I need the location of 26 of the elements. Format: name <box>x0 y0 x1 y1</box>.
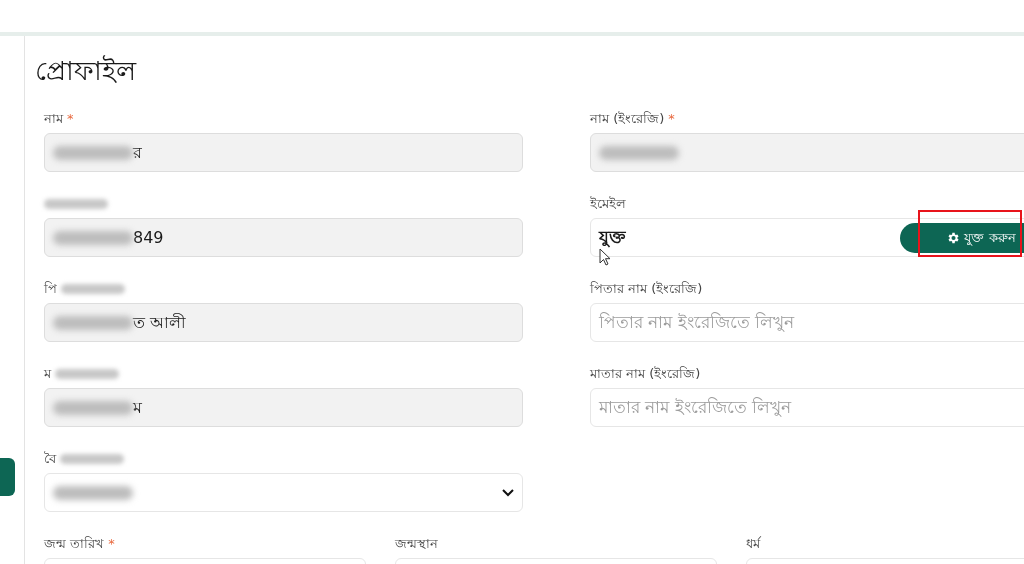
field-label: ম <box>44 365 51 384</box>
required-mark: * <box>67 110 74 129</box>
field-label: মাতার নাম (ইংরেজি) <box>590 365 701 384</box>
field-label: নাম <box>44 110 63 129</box>
input-field[interactable]: ত আলী <box>44 303 523 342</box>
required-mark: * <box>108 535 115 554</box>
input-field[interactable]: র <box>44 133 523 172</box>
field-label: পি <box>44 280 57 299</box>
field-label: ইমেইল <box>590 195 626 214</box>
page-title: প্রোফাইল <box>35 54 138 88</box>
field-label: বৈ <box>44 450 56 469</box>
required-mark: * <box>668 110 675 129</box>
gear-icon <box>946 230 961 245</box>
field-label: পিতার নাম (ইংরেজি) <box>590 280 703 299</box>
input-field[interactable] <box>590 133 1024 172</box>
field-label: নাম (ইংরেজি) <box>590 110 665 129</box>
mouse-cursor-icon <box>599 248 611 266</box>
chevron-down-icon <box>502 488 514 497</box>
field-label: ধর্ম <box>746 535 760 554</box>
field-label: জন্ম তারিখ <box>44 535 105 554</box>
input-field[interactable]: ম <box>44 388 523 427</box>
add-button[interactable]: যুক্ত করুন <box>900 222 1024 253</box>
input-field[interactable]: 849 <box>44 218 523 257</box>
select-field[interactable] <box>44 473 523 512</box>
side-tab[interactable] <box>0 458 15 496</box>
field-label: জন্মস্থান <box>395 535 438 554</box>
